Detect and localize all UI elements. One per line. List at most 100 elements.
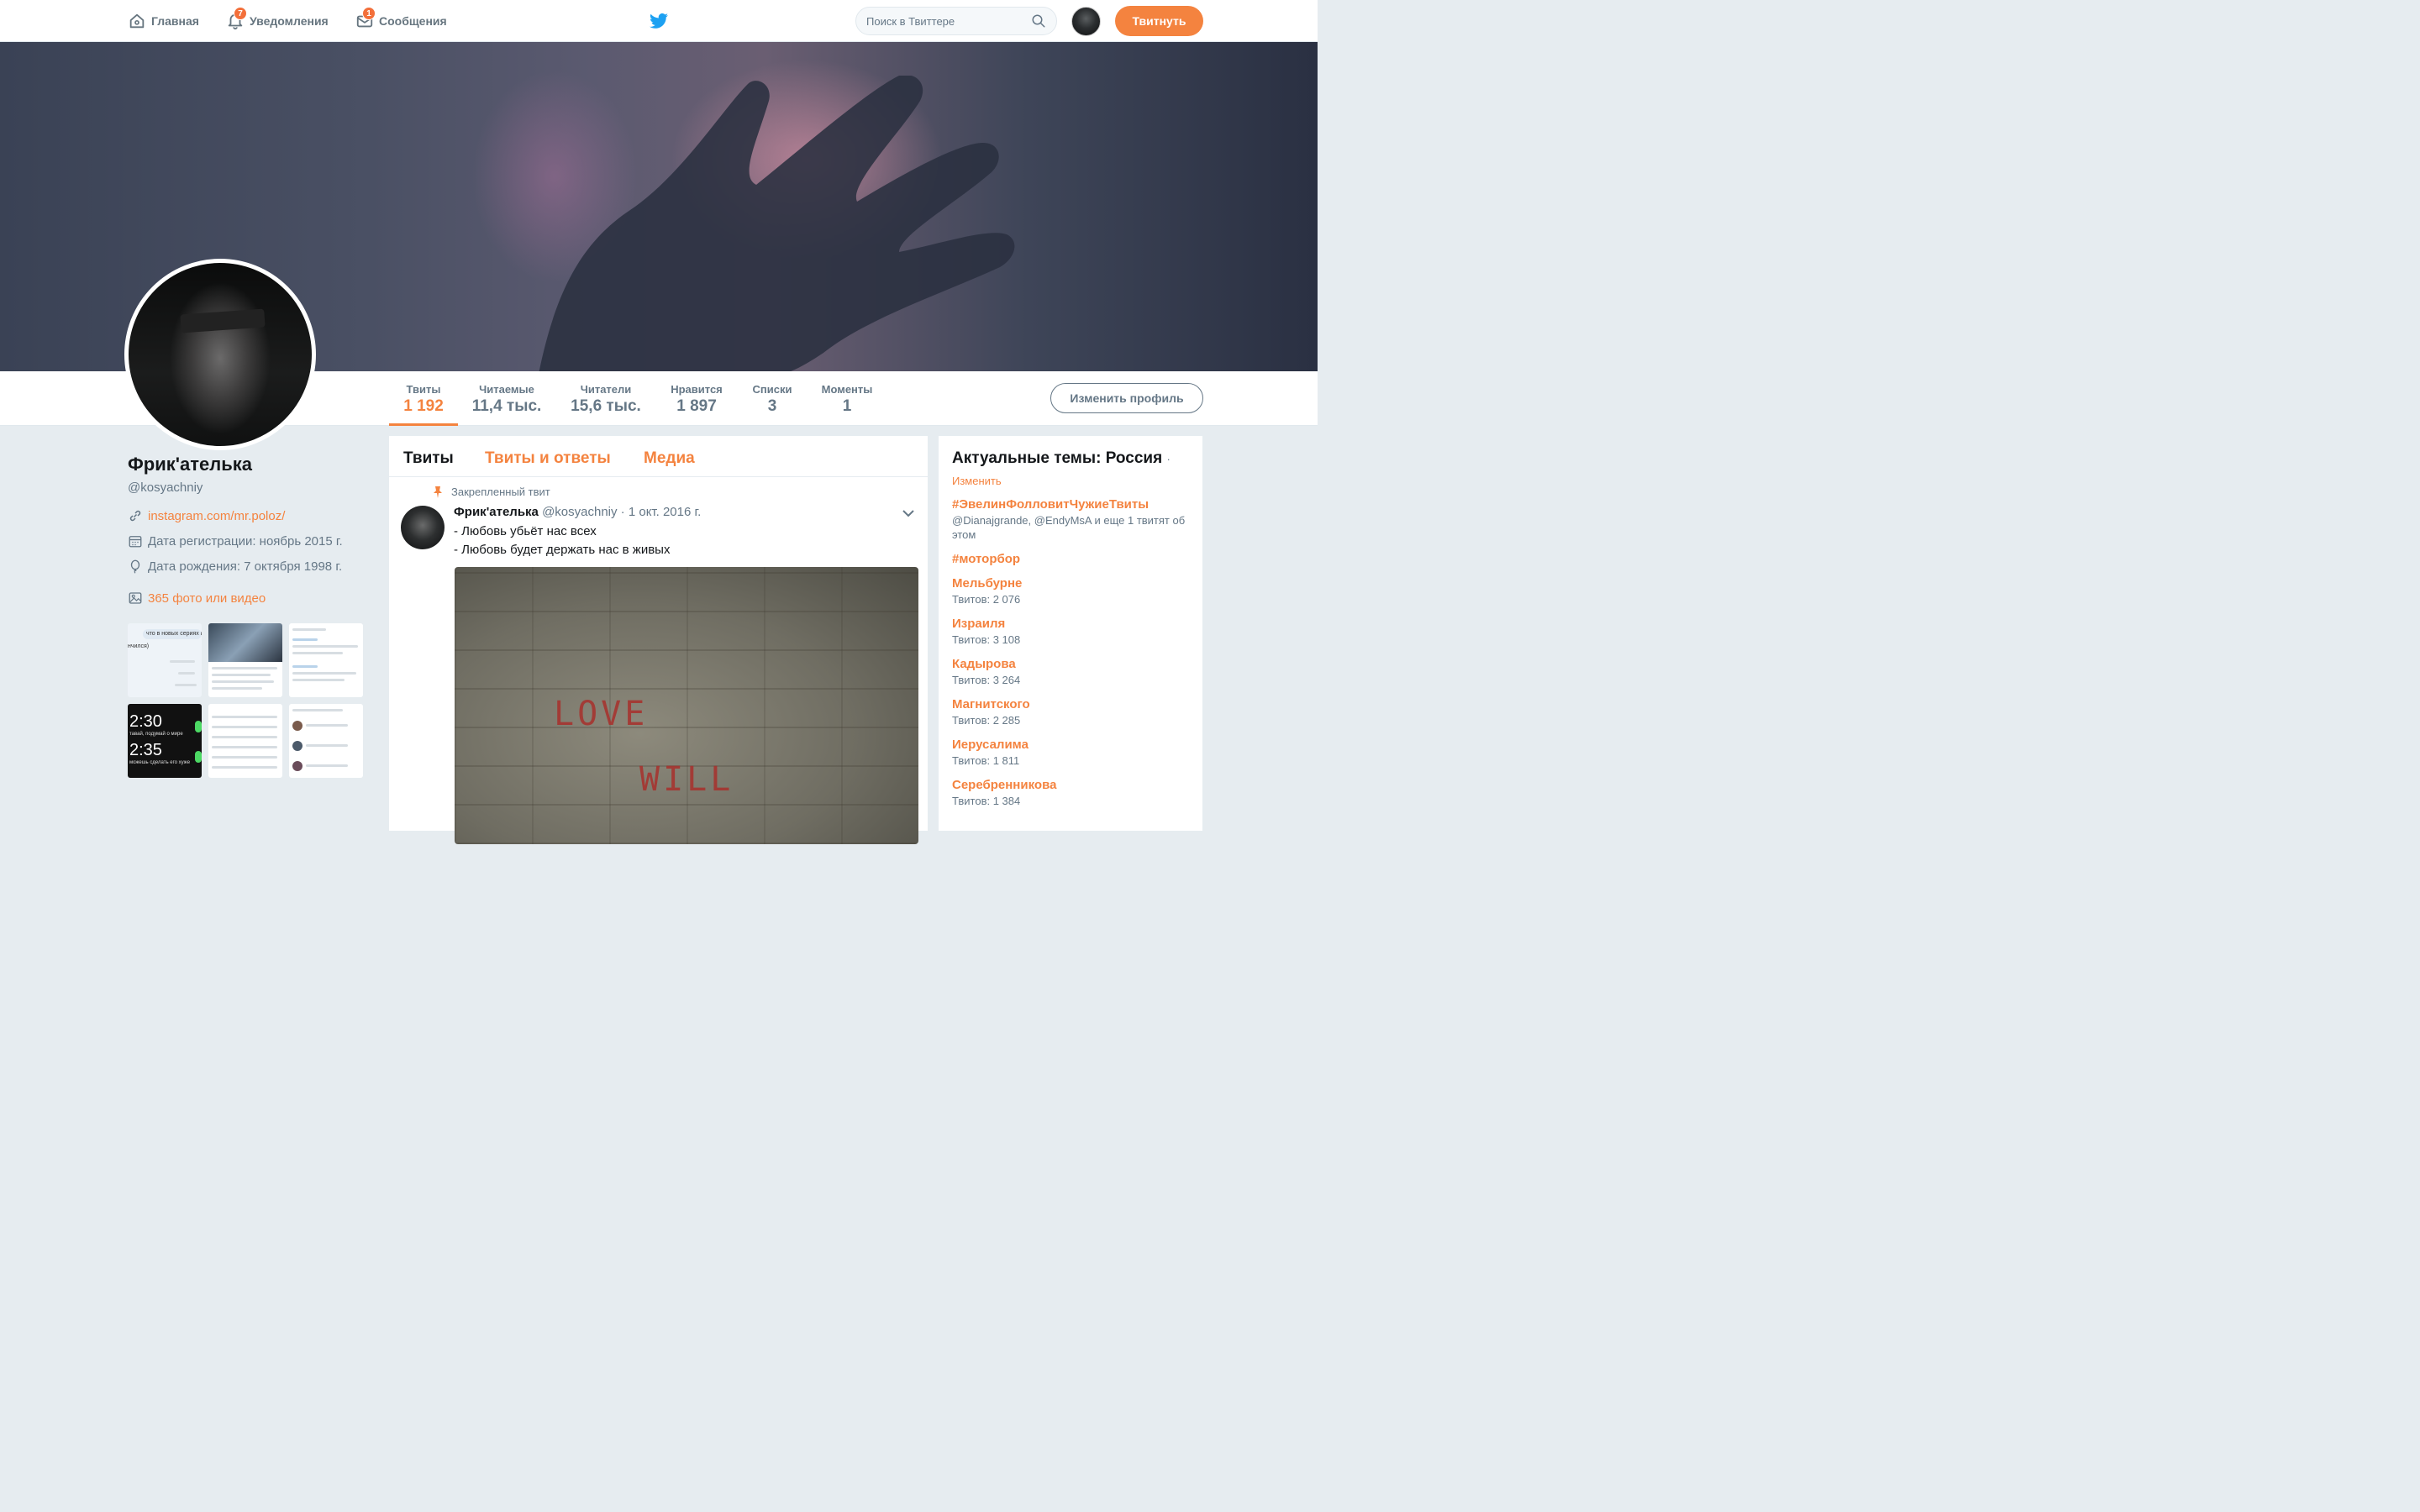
thumb-line xyxy=(292,672,356,675)
trend-name[interactable]: Магнитского xyxy=(952,697,1189,711)
trend-name[interactable]: Серебренникова xyxy=(952,778,1189,792)
profile-joined-date: Дата регистрации: ноябрь 2015 г. xyxy=(148,533,343,549)
tab-media[interactable]: Медиа xyxy=(644,449,695,468)
profile-handle[interactable]: @kosyachniy xyxy=(128,480,371,495)
profile-joined-row: Дата регистрации: ноябрь 2015 г. xyxy=(128,533,371,549)
search-box[interactable] xyxy=(855,7,1057,35)
profile-media-row[interactable]: 365 фото или видео xyxy=(128,591,371,606)
tab-tweets[interactable]: Твиты xyxy=(403,449,454,468)
tweet-photo[interactable]: LOVE WILL xyxy=(455,567,918,844)
tweet-author-name[interactable]: Фрик'ателька xyxy=(454,505,539,519)
trend-name[interactable]: Мельбурне xyxy=(952,576,1189,591)
stat-likes-value: 1 897 xyxy=(676,397,717,415)
trend-item[interactable]: Израиля Твитов: 3 108 xyxy=(952,617,1189,647)
thumb-toggle xyxy=(195,721,202,732)
trends-title-dot: · xyxy=(1166,453,1171,465)
wall-word: WILL xyxy=(639,760,734,799)
nav-messages-label: Сообщения xyxy=(379,14,447,28)
stat-following[interactable]: Читаемые 11,4 тыс. xyxy=(466,371,547,426)
search-input[interactable] xyxy=(866,14,1031,28)
trend-item[interactable]: Кадырова Твитов: 3 264 xyxy=(952,657,1189,687)
tweet-author-meta[interactable]: @kosyachniy · 1 окт. 2016 г. xyxy=(542,505,701,519)
trend-item[interactable]: Магнитского Твитов: 2 285 xyxy=(952,697,1189,727)
profile-media-link[interactable]: 365 фото или видео xyxy=(148,591,266,606)
stat-following-value: 11,4 тыс. xyxy=(471,397,542,415)
thumb-line xyxy=(212,716,277,718)
trend-name[interactable]: Израиля xyxy=(952,617,1189,631)
nav-user-avatar[interactable] xyxy=(1071,7,1101,36)
thumb-line xyxy=(212,736,277,738)
stat-followers[interactable]: Читатели 15,6 тыс. xyxy=(565,371,647,426)
stat-tweets-value: 1 192 xyxy=(403,397,444,415)
trend-name[interactable]: Иерусалима xyxy=(952,738,1189,752)
trends-title-row: Актуальные темы: Россия · xyxy=(952,449,1189,468)
tweet-header: Фрик'ателька @kosyachniy · 1 окт. 2016 г… xyxy=(454,505,701,519)
top-nav-bar: Главная Уведомления 7 Сообщения 1 Твитну… xyxy=(0,0,1318,42)
media-thumb[interactable] xyxy=(208,623,282,697)
messages-badge: 1 xyxy=(362,7,376,20)
media-thumb[interactable] xyxy=(208,704,282,778)
profile-name[interactable]: Фрик'ателька xyxy=(128,454,371,475)
thumb-chat-text: нчился) xyxy=(128,643,150,649)
stat-likes[interactable]: Нравится 1 897 xyxy=(666,371,728,426)
thumb-line xyxy=(212,667,277,669)
photo-icon xyxy=(129,592,142,604)
search-icon[interactable] xyxy=(1031,13,1046,29)
media-thumb[interactable]: 2:30 тавай, подумай о мире 2:35 можешь с… xyxy=(128,704,202,778)
tweet-text: - Любовь убьёт нас всех - Любовь будет д… xyxy=(454,522,670,559)
profile-website-link[interactable]: instagram.com/mr.poloz/ xyxy=(148,509,285,523)
trend-meta: Твитов: 1 811 xyxy=(952,754,1020,767)
chevron-down-icon[interactable] xyxy=(902,508,915,518)
nav-messages[interactable]: Сообщения 1 xyxy=(355,0,447,42)
trends-change-link[interactable]: Изменить xyxy=(952,475,1189,487)
stat-followers-label: Читатели xyxy=(580,383,632,396)
edit-profile-button[interactable]: Изменить профиль xyxy=(1050,383,1203,413)
trends-panel: Актуальные темы: Россия · Изменить #Эвел… xyxy=(939,436,1202,831)
thumb-line xyxy=(212,687,262,690)
trend-name[interactable]: Кадырова xyxy=(952,657,1189,671)
avatar-headlamp-shape xyxy=(180,308,266,333)
trend-item[interactable]: Иерусалима Твитов: 1 811 xyxy=(952,738,1189,768)
stat-lists-label: Списки xyxy=(752,383,792,396)
thumb-line xyxy=(292,679,345,681)
trend-name[interactable]: #моторбор xyxy=(952,552,1189,566)
thumb-line xyxy=(306,744,348,747)
trend-item[interactable]: Серебренникова Твитов: 1 384 xyxy=(952,778,1189,808)
tab-tweets-and-replies[interactable]: Твиты и ответы xyxy=(485,449,611,468)
tweet-text-line: - Любовь убьёт нас всех xyxy=(454,524,597,538)
profile-birthday: Дата рождения: 7 октября 1998 г. xyxy=(148,559,343,574)
trend-item[interactable]: #ЭвелинФолловитЧужиеТвиты @Dianajgrande,… xyxy=(952,497,1189,542)
trend-item[interactable]: Мельбурне Твитов: 2 076 xyxy=(952,576,1189,606)
nav-notifications-label: Уведомления xyxy=(250,14,329,28)
trend-meta: @Dianajgrande, @EndyMsA и еще 1 твитят о… xyxy=(952,514,1186,541)
trend-item[interactable]: #моторбор xyxy=(952,552,1189,566)
thumb-line xyxy=(212,726,277,728)
tweet-author-avatar[interactable] xyxy=(401,506,445,549)
thumb-avatar xyxy=(292,761,302,771)
thumb-line xyxy=(212,746,277,748)
stat-moments[interactable]: Моменты 1 xyxy=(817,371,877,426)
twitter-bird-icon[interactable] xyxy=(649,11,669,31)
thumb-line xyxy=(306,724,348,727)
nav-home[interactable]: Главная xyxy=(128,0,199,42)
stat-moments-value: 1 xyxy=(842,397,852,415)
stat-moments-label: Моменты xyxy=(821,383,873,396)
stat-tweets[interactable]: Твиты 1 192 xyxy=(389,371,458,426)
thumb-line xyxy=(292,645,358,648)
trend-name[interactable]: #ЭвелинФолловитЧужиеТвиты xyxy=(952,497,1189,512)
tweet-text-line: - Любовь будет держать нас в живых xyxy=(454,543,671,557)
banner-hand-shape xyxy=(539,76,1015,371)
thumb-line xyxy=(292,652,343,654)
thumb-line xyxy=(212,674,271,676)
stat-tweets-label: Твиты xyxy=(406,383,441,396)
profile-avatar[interactable] xyxy=(124,259,316,450)
nav-notifications[interactable]: Уведомления 7 xyxy=(226,0,329,42)
nav-home-label: Главная xyxy=(151,14,199,28)
trend-meta: Твитов: 2 076 xyxy=(952,593,1021,606)
thumb-line xyxy=(175,684,197,686)
media-thumb[interactable] xyxy=(289,704,363,778)
media-thumb[interactable]: что в новых сериях вс нчился) xyxy=(128,623,202,697)
media-thumb[interactable] xyxy=(289,623,363,697)
tweet-button[interactable]: Твитнуть xyxy=(1115,6,1203,36)
stat-lists[interactable]: Списки 3 xyxy=(746,371,798,426)
